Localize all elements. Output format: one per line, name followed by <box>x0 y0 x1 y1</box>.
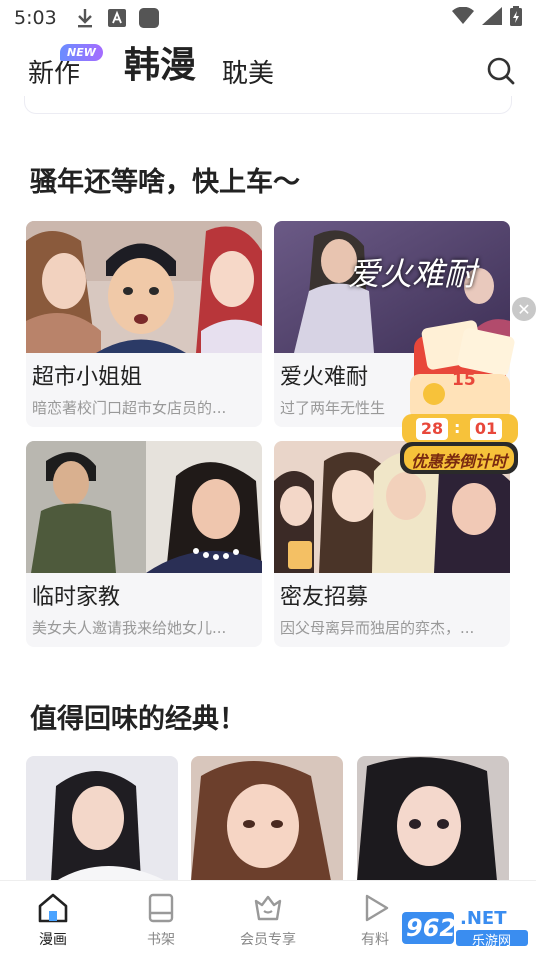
classic-comic-3[interactable] <box>357 756 509 881</box>
tab-korean[interactable]: 韩漫 <box>124 36 196 88</box>
home-icon <box>36 891 70 925</box>
signal-icon <box>482 7 502 29</box>
comic-cover-3 <box>26 441 262 573</box>
search-icon[interactable] <box>486 56 516 86</box>
comic-cover-1 <box>26 221 262 353</box>
watermark-number: 962 <box>406 914 457 942</box>
nav-comics[interactable]: 漫画 <box>13 891 93 949</box>
status-time: 5:03 <box>14 7 57 29</box>
comic-card-3[interactable]: 临时家教 美女夫人邀请我来给她女儿... <box>26 441 262 647</box>
classic-comic-1[interactable] <box>26 756 178 881</box>
classic-comic-2[interactable] <box>191 756 343 881</box>
coupon-countdown-widget[interactable]: 15 28 : 01 优惠券倒计时 <box>394 318 524 480</box>
wifi-icon <box>452 6 474 29</box>
coupon-label: 优惠券倒计时 <box>410 452 507 471</box>
nav-bookshelf-label: 书架 <box>147 932 175 948</box>
section-title-classic: 值得回味的经典！ <box>30 704 246 735</box>
site-watermark: 962 .NET 乐游网 <box>400 906 530 950</box>
font-a-icon <box>107 8 127 28</box>
download-icon <box>75 8 95 28</box>
nav-bookshelf[interactable]: 书架 <box>121 891 201 949</box>
watermark-suffix: .NET <box>460 908 507 929</box>
nav-comics-label: 漫画 <box>39 932 67 948</box>
coupon-amount: 15 <box>452 370 476 390</box>
coupon-minute: 01 <box>470 418 502 440</box>
comic-title-3: 临时家教 <box>32 585 121 610</box>
nav-vip-label: 会员专享 <box>240 932 296 948</box>
top-tab-bar: 新作 NEW 韩漫 耽美 <box>0 36 536 104</box>
comic-card-1[interactable]: 超市小姐姐 暗恋著校门口超市女店员的... <box>26 221 262 427</box>
book-icon <box>144 891 178 925</box>
new-badge: NEW <box>60 44 103 61</box>
section-title-hot: 骚年还等啥，快上车～ <box>30 167 300 198</box>
comic-title-4: 密友招募 <box>280 585 369 610</box>
banner-edge <box>24 96 512 114</box>
watermark-text: 乐游网 <box>472 934 512 949</box>
nav-vip[interactable]: 会员专享 <box>228 891 308 949</box>
comic-desc-1: 暗恋著校门口超市女店员的... <box>32 399 227 417</box>
play-icon <box>358 891 392 925</box>
status-bar: 5:03 <box>0 0 536 36</box>
comic-desc-4: 因父母离异而独居的弈杰，... <box>280 619 475 637</box>
coupon-colon: : <box>454 418 461 437</box>
battery-icon <box>510 6 522 30</box>
tab-bl[interactable]: 耽美 <box>222 53 274 90</box>
coupon-hour: 28 <box>416 418 448 440</box>
comic-title-1: 超市小姐姐 <box>32 365 143 390</box>
comic-desc-3: 美女夫人邀请我来给她女儿... <box>32 619 227 637</box>
comic-cover-2-title: 爱火难耐 <box>348 255 477 293</box>
vip-basket-icon <box>251 891 285 925</box>
app-square-icon <box>138 8 159 28</box>
